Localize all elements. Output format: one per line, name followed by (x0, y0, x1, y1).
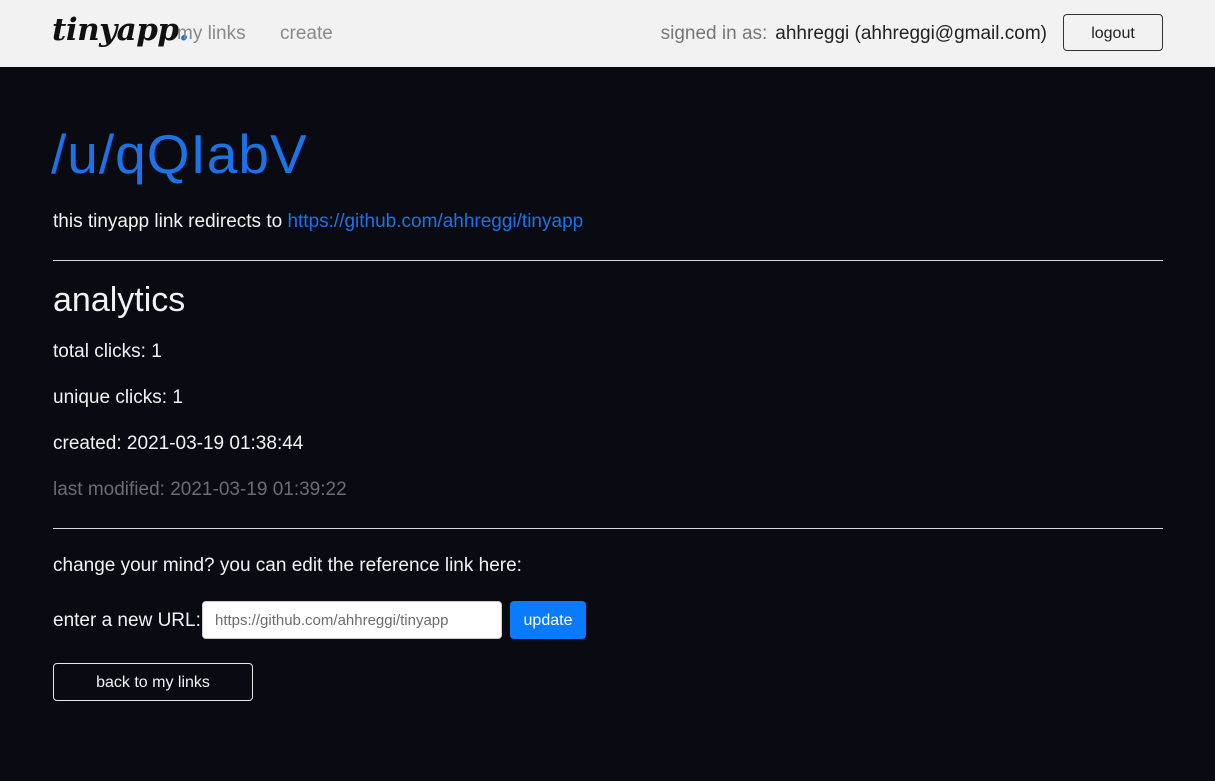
new-url-label: enter a new URL: (53, 610, 201, 631)
signed-in-user: ahhreggi (ahhreggi@gmail.com) (775, 23, 1047, 44)
signed-in-info: signed in as: ahhreggi (ahhreggi@gmail.co… (661, 22, 1047, 46)
nav-create[interactable]: create (280, 22, 333, 46)
unique-clicks: unique clicks: 1 (53, 387, 183, 408)
divider (53, 260, 1163, 261)
divider (53, 528, 1163, 529)
analytics-heading: analytics (53, 281, 186, 319)
last-modified-date: last modified: 2021-03-19 01:39:22 (53, 479, 347, 500)
back-to-my-links-button[interactable]: back to my links (53, 663, 253, 701)
update-button[interactable]: update (510, 601, 586, 639)
nav-my-links[interactable]: my links (177, 22, 246, 46)
brand-logo[interactable]: tinyapp. (52, 8, 189, 52)
redirect-text: this tinyapp link redirects to (53, 211, 288, 232)
logout-button[interactable]: logout (1063, 14, 1163, 51)
total-clicks: total clicks: 1 (53, 341, 162, 362)
navbar: tinyapp. my links create signed in as: ah… (0, 0, 1215, 67)
brand-text: tinyapp (52, 12, 179, 48)
edit-prompt: change your mind? you can edit the refer… (53, 555, 522, 576)
signed-in-label: signed in as: (660, 23, 768, 44)
page-title: /u/qQIabV (51, 123, 308, 185)
created-date: created: 2021-03-19 01:38:44 (53, 433, 304, 454)
new-url-input[interactable] (202, 601, 502, 639)
redirect-info: this tinyapp link redirects to https://g… (53, 210, 583, 234)
redirect-link[interactable]: https://github.com/ahhreggi/tinyapp (287, 211, 583, 232)
